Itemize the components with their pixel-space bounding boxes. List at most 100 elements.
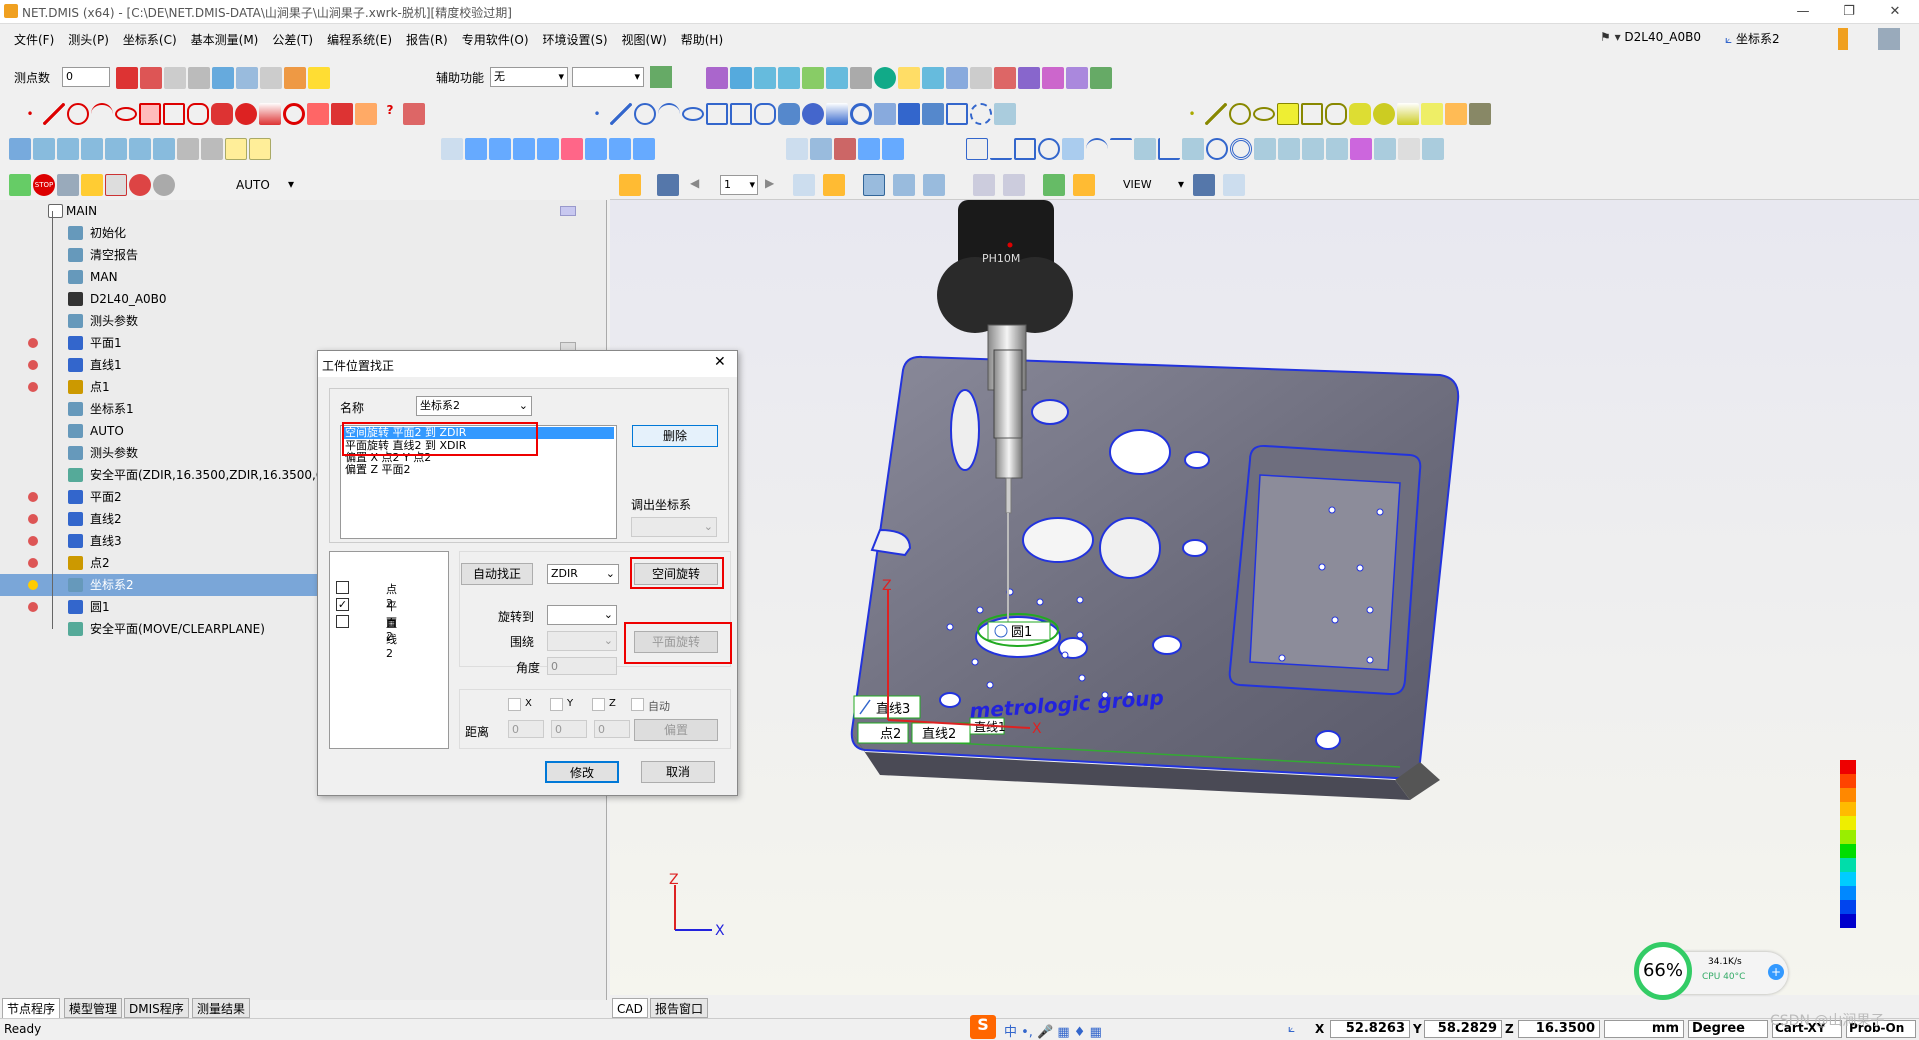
screen-icon[interactable] (1018, 67, 1040, 89)
delete-button[interactable]: 删除 (632, 425, 718, 447)
plane-yellow-icon[interactable] (1277, 103, 1299, 125)
bracket-icon[interactable] (946, 103, 968, 125)
circle-icon[interactable] (67, 103, 89, 125)
line-blue-icon[interactable] (610, 103, 632, 125)
move-icon[interactable] (188, 67, 210, 89)
ime-logo-icon[interactable]: S (970, 1015, 996, 1039)
close-icon[interactable]: ✕ (1872, 0, 1918, 24)
feature-checkbox[interactable]: ✓ (336, 598, 349, 611)
ellipse-yellow-icon[interactable] (1253, 107, 1275, 121)
zoom-in-icon[interactable] (754, 67, 776, 89)
table-icon[interactable] (1043, 174, 1065, 196)
rect-blue-icon[interactable] (730, 103, 752, 125)
plane-icon[interactable] (139, 103, 161, 125)
line-icon[interactable] (43, 103, 65, 125)
tab-model[interactable]: 模型管理 (64, 998, 123, 1018)
tree-item[interactable]: MAIN (0, 200, 600, 222)
torus-icon[interactable] (283, 103, 305, 125)
dim-width-icon[interactable] (1422, 138, 1444, 160)
tolerance-icon[interactable] (966, 138, 988, 160)
dashed-circle-icon[interactable] (970, 103, 992, 125)
eye-icon[interactable] (1090, 67, 1112, 89)
breakpoint-icon[interactable] (28, 360, 38, 370)
path-icon[interactable] (164, 67, 186, 89)
view-grid-icon[interactable] (923, 174, 945, 196)
label-point2[interactable]: 点2 (857, 722, 909, 744)
aux-select[interactable]: 无 ▾ (490, 67, 568, 87)
pen-icon[interactable] (1838, 28, 1848, 50)
construct-slot-icon[interactable] (585, 138, 607, 160)
box-icon[interactable] (850, 67, 872, 89)
stack-icon[interactable] (650, 66, 672, 88)
multi-probe-icon[interactable] (140, 67, 162, 89)
breakpoint-icon[interactable] (28, 338, 38, 348)
menu-file[interactable]: 文件(F) (0, 28, 61, 51)
camera-icon[interactable] (1042, 67, 1064, 89)
checkbox-x[interactable] (508, 698, 521, 711)
construct-icon[interactable] (441, 138, 463, 160)
coord-translate-icon[interactable] (129, 138, 151, 160)
rect-icon[interactable] (163, 103, 185, 125)
tree-item[interactable]: 初始化 (0, 222, 600, 244)
circularity-icon[interactable] (1038, 138, 1060, 160)
sphere-yellow-icon[interactable] (1373, 103, 1395, 125)
line-yellow-icon[interactable] (1205, 103, 1227, 125)
feature-checkbox[interactable] (336, 615, 349, 628)
label-line2[interactable]: 直线2 (911, 722, 971, 744)
iter-icon[interactable] (201, 138, 223, 160)
page-select[interactable]: 1 ▾ (720, 175, 758, 195)
slot-blue-icon[interactable] (754, 103, 776, 125)
torus-blue-icon[interactable] (850, 103, 872, 125)
best-fit-icon[interactable] (177, 138, 199, 160)
align-icon[interactable] (706, 67, 728, 89)
coord-active2-icon[interactable] (249, 138, 271, 160)
sphere-blue-icon[interactable] (802, 103, 824, 125)
breakpoint-icon[interactable] (28, 602, 38, 612)
cylinder-yellow-icon[interactable] (1349, 103, 1371, 125)
runout-icon[interactable] (1278, 138, 1300, 160)
tab-report-window[interactable]: 报告窗口 (650, 998, 709, 1018)
tree-item[interactable]: MAN (0, 266, 600, 288)
zoom-view-icon[interactable] (1223, 174, 1245, 196)
construct-sphere-icon[interactable] (537, 138, 559, 160)
dialog-close-icon[interactable]: ✕ (714, 354, 726, 370)
snap-icon[interactable] (970, 67, 992, 89)
dimension-icon[interactable] (1398, 138, 1420, 160)
ball-icon[interactable] (129, 174, 151, 196)
ellipse-icon[interactable] (115, 107, 137, 121)
box-blue-icon[interactable] (874, 103, 896, 125)
tab-node-program[interactable]: 节点程序 (2, 998, 61, 1018)
arc-icon[interactable] (91, 103, 113, 125)
construct-plane-icon[interactable] (489, 138, 511, 160)
cancel-button[interactable]: 取消 (641, 761, 715, 783)
maximize-button[interactable]: ❐ (1826, 0, 1872, 24)
distance-icon[interactable] (1350, 138, 1372, 160)
tab-dmis[interactable]: DMIS程序 (124, 998, 189, 1018)
rect-yellow-icon[interactable] (1301, 103, 1323, 125)
ellipse-blue-icon[interactable] (682, 107, 704, 121)
symmetry-icon[interactable] (1254, 138, 1276, 160)
position-icon[interactable] (1326, 138, 1348, 160)
angle-input[interactable]: 0 (547, 657, 617, 675)
rotate-to-select[interactable]: ⌄ (547, 605, 617, 625)
distance-y-input[interactable]: 0 (551, 720, 587, 738)
stop-icon[interactable]: STOP (33, 174, 55, 196)
window-icon[interactable] (105, 174, 127, 196)
report-page-icon[interactable] (858, 138, 880, 160)
select-icon[interactable] (898, 67, 920, 89)
total-runout-icon[interactable] (1302, 138, 1324, 160)
user-icon[interactable] (1878, 28, 1900, 50)
around-select[interactable]: ⌄ (547, 631, 617, 651)
surface-blue-icon[interactable] (898, 103, 920, 125)
slot-yellow-icon[interactable] (1325, 103, 1347, 125)
name-select[interactable]: 坐标系2 ⌄ (416, 396, 532, 416)
construct-edge-icon[interactable] (633, 138, 655, 160)
label-circle1[interactable]: 圆1 (987, 621, 1051, 641)
breakpoint-icon[interactable] (28, 580, 38, 590)
page-tool-icon[interactable] (823, 174, 845, 196)
edge-icon[interactable] (355, 103, 377, 125)
cone-blue-icon[interactable] (826, 103, 848, 125)
profile-line-icon[interactable] (1086, 138, 1108, 160)
arc-blue-icon[interactable] (658, 103, 680, 125)
checkbox-y[interactable] (550, 698, 563, 711)
